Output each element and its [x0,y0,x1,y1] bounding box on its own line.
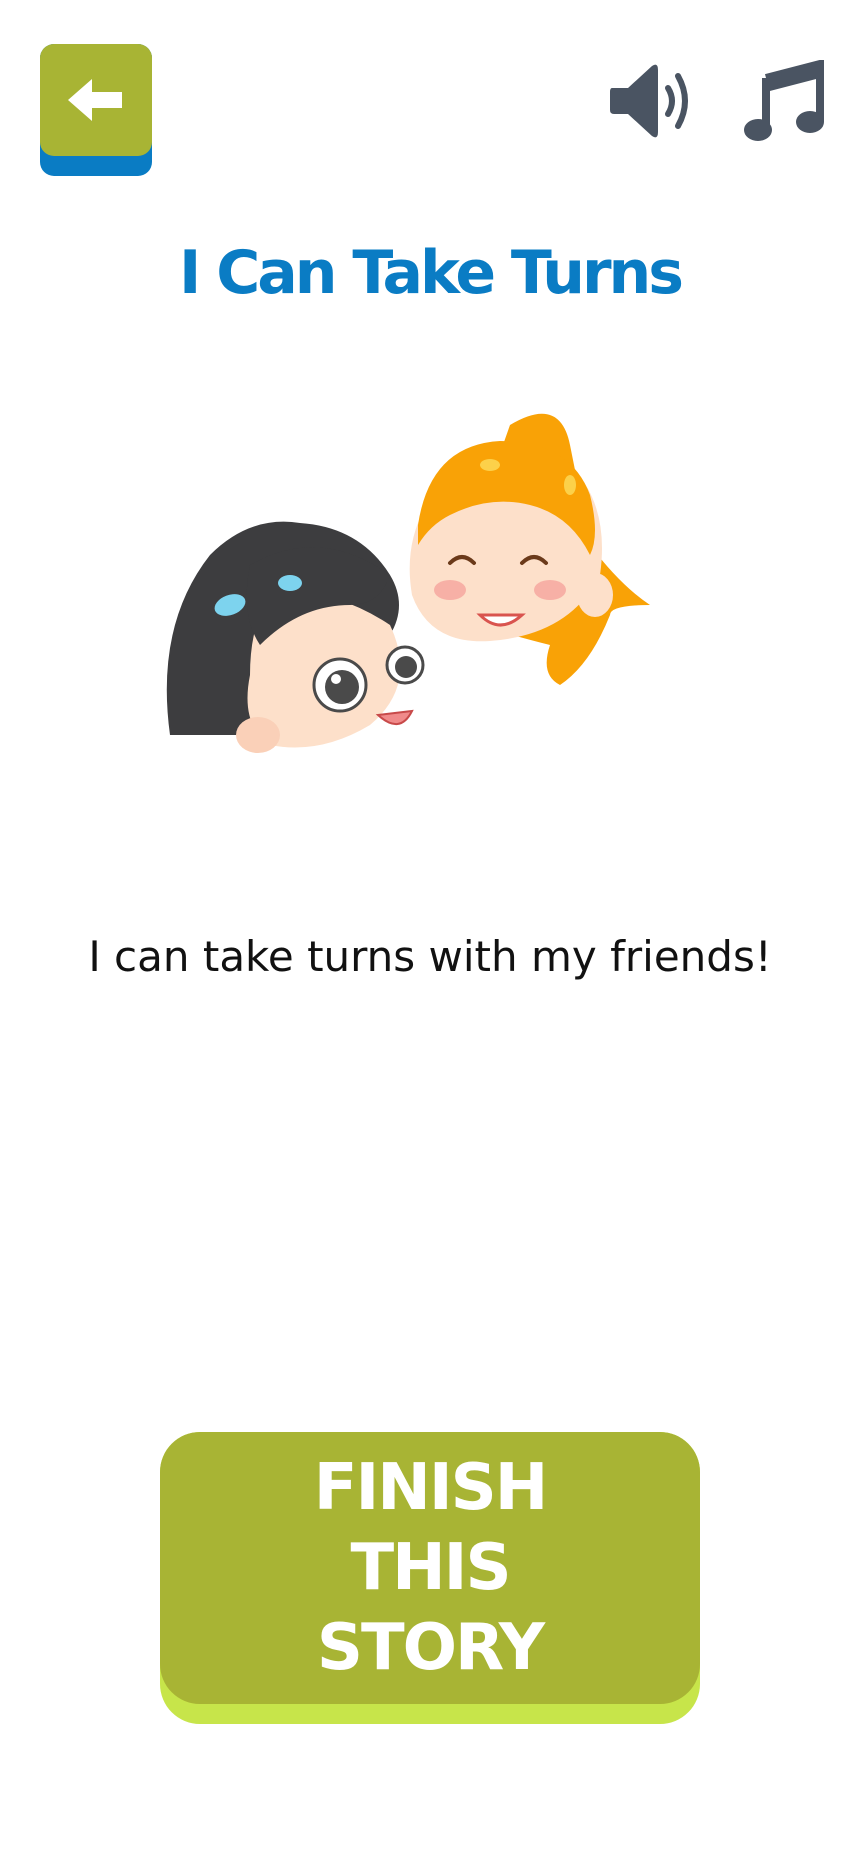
music-toggle-button[interactable] [744,58,824,142]
finish-story-label: FINISH THIS STORY [313,1451,549,1685]
story-text: I can take turns with my friends! [88,932,772,981]
finish-story-button[interactable]: FINISH THIS STORY [160,1432,700,1724]
back-button[interactable] [40,44,152,176]
story-title: I Can Take Turns [179,238,684,308]
music-note-icon [744,58,824,141]
finish-story-button-face: FINISH THIS STORY [160,1432,700,1704]
story-illustration [150,405,710,775]
speaker-volume-icon [610,64,688,138]
arrow-left-icon [68,79,122,121]
girl-face-illustration [409,413,650,685]
back-button-face [40,44,152,156]
boy-face-illustration [166,521,425,753]
sound-toggle-button[interactable] [608,62,694,140]
children-faces-illustration [166,413,650,753]
